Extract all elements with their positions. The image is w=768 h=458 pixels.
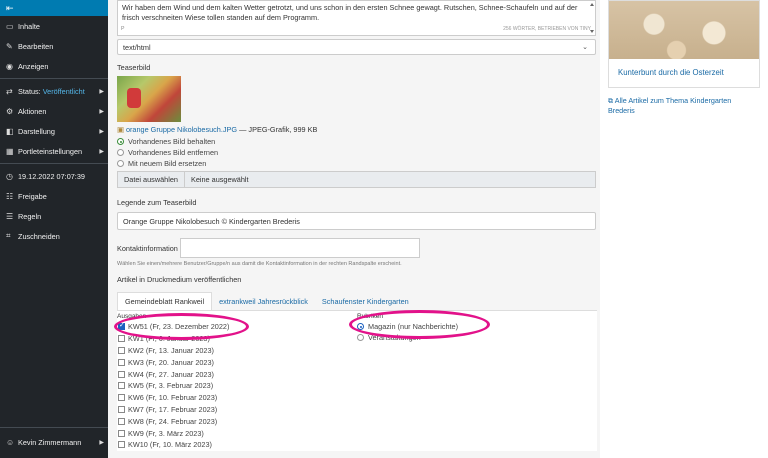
issue-option[interactable]: KW6 (Fr, 10. Februar 2023) (117, 392, 357, 404)
collapse-icon: ⇤ (6, 2, 14, 13)
chevron-right-icon: ▶ (99, 108, 104, 115)
user-menu[interactable]: ☺ Kevin Zimmermann ▶ (0, 427, 108, 452)
checkbox[interactable] (118, 382, 125, 390)
related-article-image[interactable] (609, 1, 759, 59)
issue-option[interactable]: KW3 (Fr, 20. Januar 2023) (117, 356, 357, 368)
radio-keep-image[interactable]: Vorhandenes Bild behalten (117, 136, 597, 147)
radio-replace-image[interactable]: Mit neuem Bild ersetzen (117, 158, 597, 169)
file-input[interactable]: Datei auswählen Keine ausgewählt (117, 171, 596, 188)
crop-icon: ⌗ (6, 231, 11, 240)
sidebar-item-bearbeiten[interactable]: ✎ Bearbeiten (0, 36, 108, 56)
status-icon: ⇄ (6, 86, 13, 96)
checkbox[interactable] (118, 429, 125, 437)
related-article-card[interactable]: Kunterbunt durch die Osterzeit (608, 0, 760, 88)
sidebar-item-anzeigen[interactable]: ◉ Anzeigen (0, 56, 108, 76)
collapse-toolbar-button[interactable]: ⇤ (0, 0, 108, 16)
tab-gemeindeblatt[interactable]: Gemeindeblatt Rankweil (117, 292, 213, 310)
sidebar-item-regeln[interactable]: ☰ Regeln (0, 206, 108, 226)
checkbox[interactable] (118, 358, 125, 366)
clock-icon: ◷ (6, 171, 13, 181)
chevron-right-icon: ▶ (99, 128, 104, 135)
sidebar-item-status[interactable]: ⇄ Status: Veröffentlicht ▶ (0, 81, 108, 101)
portlet-icon: ▦ (6, 146, 14, 156)
teaser-label: Teaserbild (117, 63, 151, 72)
radio-remove-image[interactable]: Vorhandenes Bild entfernen (117, 147, 597, 158)
sidebar-item-user[interactable]: ☺ Kevin Zimmermann ▶ (0, 432, 108, 452)
display-icon: ◧ (6, 126, 14, 136)
highlight-annotation (114, 313, 249, 340)
external-link-icon: ⧉ (608, 96, 614, 105)
sidebar-item-inhalte[interactable]: ▭ Inhalte (0, 16, 108, 36)
checkbox[interactable] (118, 405, 125, 413)
editor-text[interactable]: Wir haben dem Wind und dem kalten Wetter… (122, 3, 591, 23)
word-count: 256 WÖRTER, BETRIEBEN VON TINY (503, 26, 591, 32)
radio-button[interactable] (117, 149, 124, 156)
teaser-file-link[interactable]: orange Gruppe Nikolobesuch.JPG (126, 125, 237, 134)
related-article-title[interactable]: Kunterbunt durch die Osterzeit (609, 59, 759, 86)
checkbox[interactable] (118, 346, 125, 354)
format-select[interactable]: text/html ⌄ (117, 39, 596, 55)
folder-icon: ▭ (6, 21, 14, 31)
chevron-right-icon: ▶ (99, 439, 104, 446)
sidebar-item-portleteinstellungen[interactable]: ▦ Portleteinstellungen ▶ (0, 141, 108, 161)
edit-form: Wir haben dem Wind und dem kalten Wetter… (108, 0, 600, 458)
sidebar-item-darstellung[interactable]: ◧ Darstellung ▶ (0, 121, 108, 141)
sidebar-divider (0, 78, 108, 79)
contact-label: Kontaktinformation (117, 243, 178, 253)
print-label: Artikel in Druckmedium veröffentlichen (117, 275, 242, 284)
radio-button[interactable] (357, 334, 364, 341)
issue-option[interactable]: KW2 (Fr, 13. Januar 2023) (117, 345, 357, 357)
contact-field: Kontaktinformation (117, 238, 597, 258)
tab-jahresrueckblick[interactable]: extrankweil Jahresrückblick (212, 292, 315, 310)
editor-path: P (121, 26, 125, 32)
choose-file-button[interactable]: Datei auswählen (118, 172, 185, 187)
print-tabs: Gemeindeblatt Rankweil extrankweil Jahre… (117, 292, 597, 311)
resize-handle-icon[interactable] (590, 3, 594, 33)
toolbar-sidebar: ⇤ ▭ Inhalte ✎ Bearbeiten ◉ Anzeigen ⇄ Status… (0, 0, 108, 458)
highlight-annotation (349, 310, 490, 339)
checkbox[interactable] (118, 335, 125, 343)
checkbox[interactable] (118, 394, 125, 402)
chevron-down-icon: ⌄ (582, 44, 588, 51)
contact-input[interactable] (179, 238, 420, 258)
caption-input[interactable]: Orange Gruppe Nikolobesuch © Kindergarte… (117, 212, 596, 230)
file-none-text: Keine ausgewählt (190, 175, 249, 184)
teaser-thumbnail[interactable] (117, 76, 181, 122)
checkbox[interactable] (118, 417, 125, 425)
chevron-right-icon: ▶ (99, 148, 104, 155)
contact-hint: Wählen Sie einen/mehrere Benutzer/Gruppe… (117, 261, 402, 267)
caption-label: Legende zum Teaserbild (117, 198, 197, 207)
issue-option[interactable]: KW8 (Fr, 24. Februar 2023) (117, 415, 357, 427)
all-articles-link[interactable]: ⧉ Alle Artikel zum Thema Kindergarten Br… (608, 96, 760, 116)
teaser-file-info: ▣ orange Gruppe Nikolobesuch.JPG — JPEG-… (117, 125, 597, 134)
tab-schaufenster[interactable]: Schaufenster Kindergarten (315, 292, 416, 310)
rules-icon: ☰ (6, 211, 14, 221)
user-icon: ☺ (6, 437, 15, 447)
sidebar-item-zuschneiden[interactable]: ⌗ Zuschneiden (0, 226, 108, 246)
rich-text-editor[interactable]: Wir haben dem Wind und dem kalten Wetter… (117, 0, 596, 36)
checkbox[interactable] (118, 370, 125, 378)
eye-icon: ◉ (6, 61, 13, 71)
pencil-icon: ✎ (6, 41, 13, 51)
radio-button[interactable] (117, 138, 124, 145)
sidebar-divider (0, 163, 108, 164)
issue-option[interactable]: KW7 (Fr, 17. Februar 2023) (117, 404, 357, 416)
issue-option[interactable]: KW4 (Fr, 27. Januar 2023) (117, 368, 357, 380)
radio-button[interactable] (117, 160, 124, 167)
right-portlet-column: Kunterbunt durch die Osterzeit ⧉ Alle Ar… (600, 0, 768, 458)
image-file-icon: ▣ (117, 125, 124, 134)
checkbox[interactable] (118, 441, 125, 449)
print-panel: Ausgaben KW51 (Fr, 23. Dezember 2022) KW… (114, 310, 597, 451)
sidebar-item-freigabe[interactable]: ☷ Freigabe (0, 186, 108, 206)
issue-option[interactable]: KW10 (Fr, 10. März 2023) (117, 439, 357, 451)
teaser-file-meta: — JPEG-Grafik, 999 KB (239, 125, 318, 134)
sidebar-item-history[interactable]: ◷ 19.12.2022 07:07:39 (0, 166, 108, 186)
sidebar-item-aktionen[interactable]: ⚙ Aktionen ▶ (0, 101, 108, 121)
people-icon: ☷ (6, 191, 14, 201)
issue-option[interactable]: KW9 (Fr, 3. März 2023) (117, 427, 357, 439)
gear-icon: ⚙ (6, 106, 14, 116)
chevron-right-icon: ▶ (99, 88, 104, 95)
issue-option[interactable]: KW5 (Fr, 3. Februar 2023) (117, 380, 357, 392)
